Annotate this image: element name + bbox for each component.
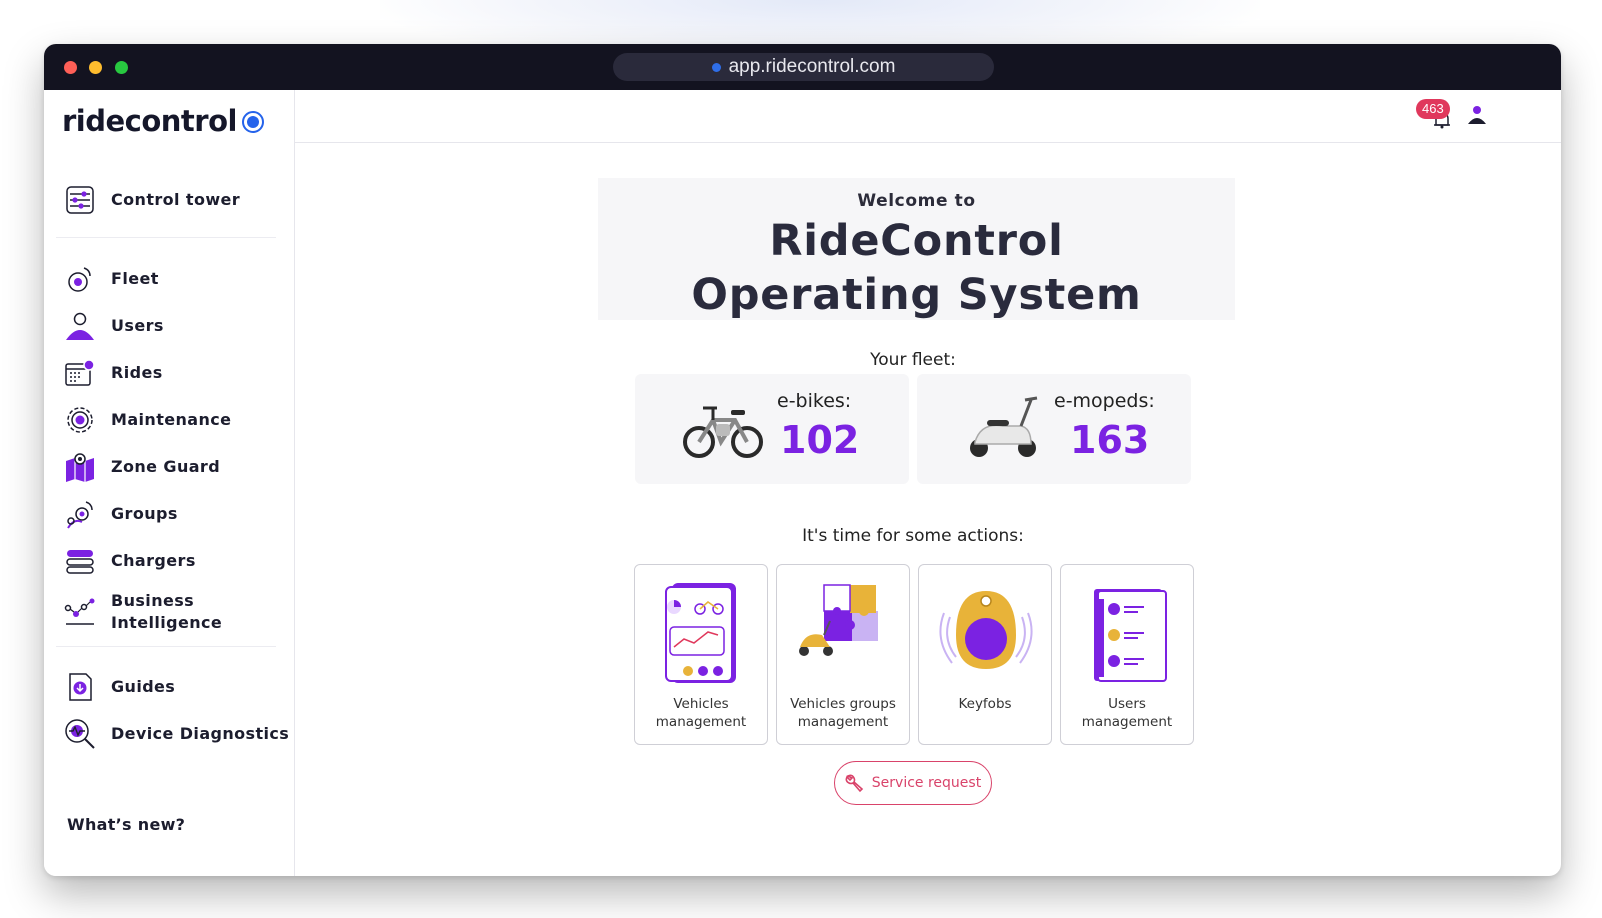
- browser-titlebar: app.ridecontrol.com: [44, 44, 1561, 90]
- keyfobs-card[interactable]: Keyfobs: [918, 564, 1052, 745]
- sidebar-item-label: Groups: [111, 504, 178, 523]
- sidebar-item-control-tower[interactable]: Control tower: [64, 183, 240, 217]
- keyfob-icon: [939, 591, 1033, 669]
- maximize-window-button[interactable]: [115, 61, 128, 74]
- puzzle-icon: [799, 584, 878, 656]
- user-account-icon[interactable]: [1467, 104, 1487, 126]
- actions-heading: It's time for some actions:: [802, 526, 1024, 546]
- users-icon: [66, 312, 94, 340]
- vehicles-management-card[interactable]: Vehicles management: [634, 564, 768, 745]
- rides-icon: [65, 359, 95, 386]
- action-label: Users management: [1081, 696, 1173, 730]
- sidebar-item-label: Maintenance: [111, 410, 232, 429]
- sidebar-item-zone-guard[interactable]: Zone Guard: [64, 450, 220, 484]
- sidebar-item-label: Device Diagnostics: [111, 724, 290, 743]
- sidebar-item-label: Guides: [111, 677, 176, 696]
- sidebar-divider: [56, 237, 276, 238]
- zone-guard-icon: [66, 453, 94, 482]
- emoped-icon: [970, 396, 1038, 457]
- sidebar-item-label: Chargers: [111, 551, 196, 570]
- sidebar: ridecontrol Control tower Fleet Users Ri…: [44, 90, 295, 876]
- control-tower-icon: [66, 186, 94, 214]
- action-label: Vehicles groups management: [790, 696, 896, 730]
- sidebar-item-label: Zone Guard: [111, 457, 221, 476]
- action-label: Keyfobs: [958, 696, 1012, 712]
- minimize-window-button[interactable]: [89, 61, 102, 74]
- emopeds-label: e-mopeds:: [1054, 390, 1155, 412]
- welcome-banner: Welcome to RideControl Operating System: [598, 178, 1235, 320]
- business-intelligence-icon: [64, 598, 95, 625]
- sidebar-item-device-diagnostics[interactable]: Device Diagnostics: [64, 717, 289, 751]
- sidebar-item-guides[interactable]: Guides: [64, 670, 175, 704]
- device-diagnostics-icon: [65, 719, 95, 749]
- service-request-label: Service request: [871, 775, 982, 791]
- sidebar-item-rides[interactable]: Rides: [64, 356, 163, 390]
- users-management-card[interactable]: Users management: [1060, 564, 1194, 745]
- users-list-icon: [1094, 589, 1167, 682]
- top-bar: 463: [295, 90, 1561, 143]
- emopeds-count: 163: [1070, 418, 1150, 462]
- logo-dot-icon: [241, 110, 264, 133]
- ebike-icon: [683, 406, 763, 458]
- wrench-icon: [845, 774, 863, 793]
- close-window-button[interactable]: [64, 61, 77, 74]
- notification-count-badge: 463: [1416, 99, 1450, 119]
- sidebar-item-users[interactable]: Users: [64, 309, 164, 343]
- sidebar-item-label: Fleet: [111, 269, 159, 288]
- vehicles-management-icon: [665, 583, 736, 683]
- url-text: app.ridecontrol.com: [728, 56, 896, 77]
- vehicles-groups-management-card[interactable]: Vehicles groups management: [776, 564, 910, 745]
- logo-text: ridecontrol: [62, 104, 237, 138]
- ebikes-count: 102: [780, 418, 860, 462]
- fleet-heading: Your fleet:: [870, 350, 956, 370]
- sidebar-item-chargers[interactable]: Chargers: [64, 544, 196, 578]
- emopeds-card: e-mopeds: 163: [917, 374, 1191, 484]
- groups-icon: [67, 501, 93, 529]
- address-bar[interactable]: app.ridecontrol.com: [613, 53, 994, 81]
- maintenance-icon: [67, 407, 93, 433]
- sidebar-divider: [56, 646, 276, 647]
- sidebar-item-label: Control tower: [111, 190, 241, 209]
- sidebar-item-groups[interactable]: Groups: [64, 497, 178, 531]
- site-indicator-icon: [711, 62, 721, 72]
- sidebar-item-fleet[interactable]: Fleet: [64, 262, 159, 296]
- main-content: Welcome to RideControl Operating System …: [295, 144, 1561, 876]
- app-logo[interactable]: ridecontrol: [62, 104, 264, 138]
- welcome-title-line2: Operating System: [691, 270, 1142, 320]
- ebikes-label: e-bikes:: [777, 390, 852, 412]
- sidebar-item-business-intelligence[interactable]: Business Intelligence: [64, 590, 231, 634]
- service-request-button[interactable]: Service request: [834, 761, 992, 805]
- sidebar-item-label: Users: [111, 316, 164, 335]
- chargers-icon: [66, 550, 94, 574]
- welcome-title-line1: RideControl: [769, 216, 1064, 266]
- action-label: Vehicles management: [655, 696, 747, 730]
- ebikes-card: e-bikes: 102: [635, 374, 909, 484]
- browser-window: app.ridecontrol.com ridecontrol Control …: [44, 44, 1561, 876]
- notifications-button[interactable]: 463: [1416, 99, 1456, 129]
- sidebar-item-maintenance[interactable]: Maintenance: [64, 403, 231, 437]
- whats-new-link[interactable]: What’s new?: [67, 815, 185, 834]
- fleet-icon: [68, 267, 91, 292]
- welcome-subtitle: Welcome to: [857, 191, 976, 211]
- guides-icon: [69, 673, 92, 701]
- sidebar-item-label: Business Intelligence: [111, 591, 223, 632]
- sidebar-item-label: Rides: [111, 363, 163, 382]
